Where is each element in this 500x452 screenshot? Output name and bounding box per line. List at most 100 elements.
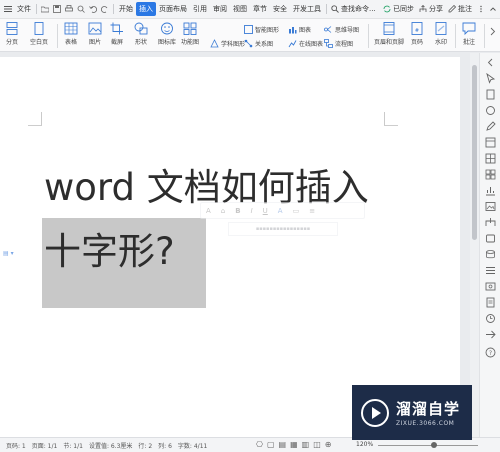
header-footer-label: 页眉和页脚 (374, 39, 405, 46)
blank-page-button[interactable]: 空白页 (30, 22, 48, 46)
table-button[interactable]: 表格 (64, 22, 78, 46)
status-column: 列: 6 (158, 442, 172, 450)
highlight-icon[interactable]: ▭ (293, 207, 300, 215)
italic-icon[interactable]: I (251, 207, 253, 215)
grid-tool-icon[interactable] (485, 169, 496, 180)
notes-tool-icon[interactable] (485, 297, 496, 308)
function-chart-button[interactable]: 功能图 (181, 22, 199, 46)
annotation-button[interactable]: 批注 (462, 22, 476, 46)
picture-button[interactable]: 图片 (88, 22, 102, 46)
scrollbar-thumb[interactable] (472, 65, 477, 240)
watermark-url: ZIXUE.3066.COM (396, 420, 455, 427)
status-page-number[interactable]: 页码: 1 (6, 441, 26, 450)
screenshot-button[interactable]: 截屏 (110, 22, 124, 46)
watermark-button[interactable]: 水印 (434, 22, 448, 46)
tab-review[interactable]: 审阅 (210, 2, 230, 16)
wps-writer-window: 文件 开始 插入 页面布局 引用 审阅 视图 章节 安全 开发工具 查找命令..… (0, 0, 500, 452)
mind-map-button[interactable]: 思维导图 (324, 25, 359, 34)
watermark-icon (435, 22, 447, 35)
online-chart-button[interactable]: 在线图表 (288, 39, 323, 48)
list-tool-icon[interactable] (485, 265, 496, 276)
zoom-level[interactable]: 120% (356, 441, 373, 448)
zoom-slider-track[interactable] (378, 445, 478, 446)
command-search[interactable]: 查找命令... (341, 2, 379, 16)
font-color-icon[interactable]: A (278, 207, 283, 215)
picture-label: 图片 (88, 39, 101, 46)
undo-icon[interactable] (89, 5, 97, 13)
zoom-slider-knob[interactable] (431, 442, 437, 448)
document-heading-line2[interactable]: 十字形? (44, 221, 175, 275)
shape-tool-icon[interactable] (485, 105, 496, 116)
table-tool-icon[interactable] (485, 153, 496, 164)
relation-chart-button[interactable]: 关系图 (244, 39, 273, 48)
tab-home[interactable]: 开始 (116, 2, 136, 16)
page-number-button[interactable]: # 页码 (410, 22, 424, 46)
bold-icon[interactable]: B (235, 207, 240, 215)
discipline-shape-button[interactable]: 学科图形 (210, 39, 245, 48)
collapse-panel-icon[interactable] (485, 57, 496, 68)
collapse-icon[interactable] (489, 5, 497, 13)
history-tool-icon[interactable] (485, 313, 496, 324)
tab-insert[interactable]: 插入 (136, 2, 156, 16)
document-page[interactable]: word 文档如何插入 十字形? A ⌂ B I U A ▭ ≡ ▪▪▪▪▪▪▪… (0, 57, 460, 437)
icon-library-button[interactable]: 图标库 (158, 22, 176, 46)
svg-text:#: # (415, 28, 419, 34)
chart-button[interactable]: 图表 (288, 25, 311, 34)
more-icon[interactable] (477, 5, 485, 13)
preview-icon[interactable] (77, 5, 85, 13)
tab-page-layout[interactable]: 页面布局 (156, 2, 190, 16)
chart-tool-icon[interactable] (485, 185, 496, 196)
backup-tool-icon[interactable] (485, 233, 496, 244)
status-word-count[interactable]: 字数: 4/11 (178, 441, 207, 450)
underline-icon[interactable]: U (263, 207, 268, 215)
tab-references[interactable]: 引用 (190, 2, 210, 16)
divider (326, 4, 327, 14)
shapes-button[interactable]: 形状 (134, 22, 148, 46)
layout-tool-icon[interactable] (485, 137, 496, 148)
paragraph-icon[interactable]: ≡ (309, 207, 315, 215)
font-style-icon[interactable]: A (206, 207, 211, 215)
redo-icon[interactable] (101, 5, 109, 13)
smart-shape-button[interactable]: 智能图形 (244, 25, 279, 34)
photo-tool-icon[interactable] (485, 281, 496, 292)
share-button[interactable]: 分享 (429, 2, 446, 16)
pen-tool-icon[interactable] (485, 121, 496, 132)
format-painter-icon[interactable]: ⌂ (221, 207, 225, 215)
status-setting-value[interactable]: 设置值: 6.3厘米 (89, 441, 132, 450)
floating-format-toolbar[interactable]: A ⌂ B I U A ▭ ≡ (200, 202, 365, 219)
menu-hamburger-icon[interactable] (4, 5, 12, 13)
select-tool-icon[interactable] (485, 73, 496, 84)
divider (484, 24, 485, 48)
sync-status[interactable]: 已同步 (393, 2, 417, 16)
help-icon[interactable]: ? (485, 347, 496, 358)
page-break-icon (6, 22, 18, 35)
function-chart-label: 功能图 (181, 39, 200, 46)
image-tool-icon[interactable] (485, 201, 496, 212)
print-icon[interactable] (65, 5, 73, 13)
tab-security[interactable]: 安全 (270, 2, 290, 16)
menu-file[interactable]: 文件 (14, 2, 34, 16)
paragraph-marker-icon[interactable]: ▤ ▾ (3, 250, 14, 257)
vertical-scrollbar[interactable] (470, 53, 479, 437)
tab-chapter[interactable]: 章节 (250, 2, 270, 16)
flow-tool-icon[interactable] (485, 329, 496, 340)
storage-tool-icon[interactable] (485, 249, 496, 260)
ribbon-more-icon[interactable] (488, 27, 497, 36)
status-section[interactable]: 节: 1/1 (63, 441, 83, 450)
save-icon[interactable] (53, 5, 61, 13)
document-tool-icon[interactable] (485, 89, 496, 100)
page-break-label: 分页 (5, 39, 18, 46)
share-tool-icon[interactable] (485, 217, 496, 228)
flow-chart-button[interactable]: 流程图 (324, 39, 353, 48)
function-chart-icon (183, 22, 197, 35)
watermark-text: 溜溜自学 ZIXUE.3066.COM (396, 398, 460, 427)
divider (36, 4, 37, 14)
status-page[interactable]: 页面: 1/1 (32, 441, 58, 450)
page-break-button[interactable]: 分页 (5, 22, 19, 46)
comment-button[interactable]: 批注 (458, 2, 475, 16)
tab-view[interactable]: 视图 (230, 2, 250, 16)
header-footer-button[interactable]: 页眉和页脚 (374, 22, 404, 46)
shapes-icon (134, 22, 148, 35)
tab-developer[interactable]: 开发工具 (290, 2, 324, 16)
open-icon[interactable] (41, 5, 49, 13)
